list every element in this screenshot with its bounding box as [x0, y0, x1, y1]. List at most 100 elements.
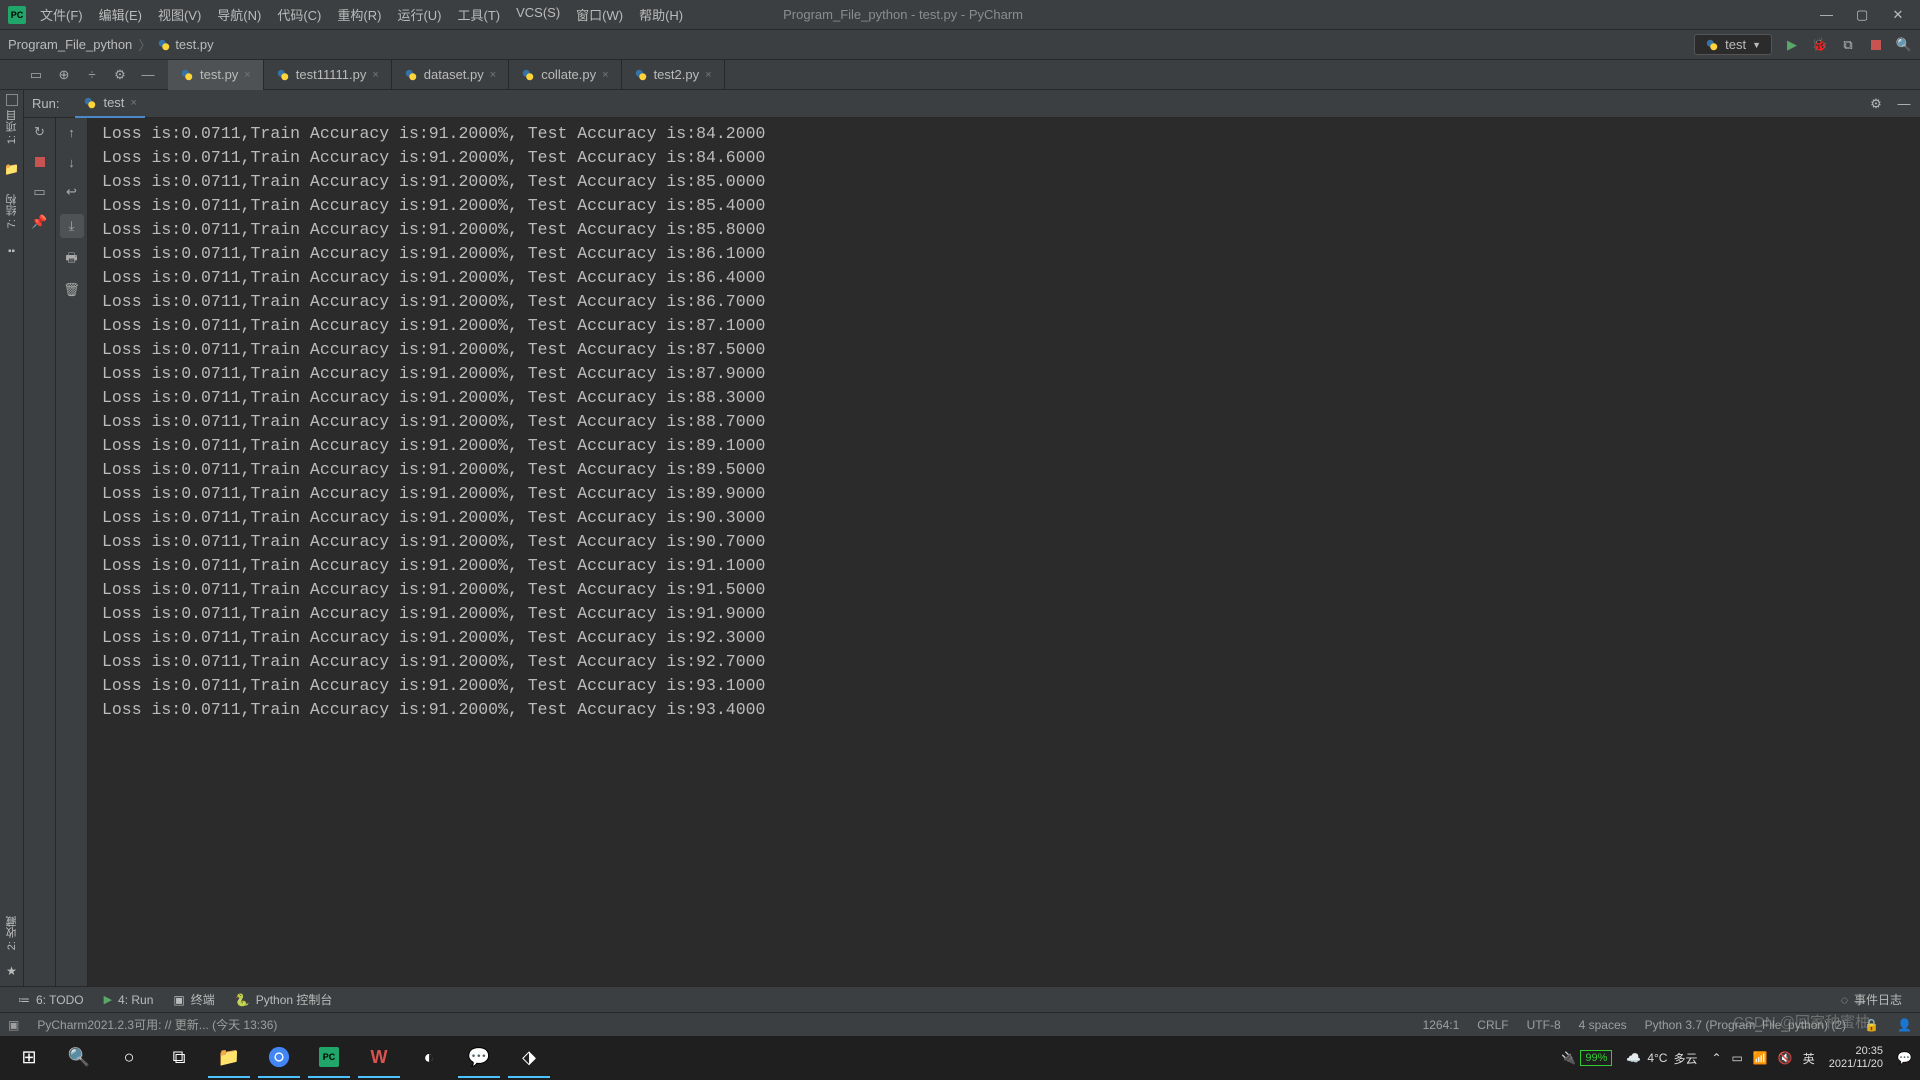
bottom-tab-todo[interactable]: ≔6: TODO [8, 987, 94, 1013]
menu-item[interactable]: 工具(T) [457, 5, 500, 24]
editor-tab[interactable]: collate.py × [509, 60, 621, 90]
rail-project[interactable]: 1: 项目 [4, 94, 20, 144]
hide-icon[interactable]: — [140, 67, 156, 83]
menu-item[interactable]: VCS(S) [516, 5, 560, 24]
menu-item[interactable]: 文件(F) [40, 5, 83, 24]
project-view-icon[interactable]: ▭ [28, 67, 44, 83]
bottom-tab-terminal[interactable]: ▣终端 [163, 987, 224, 1013]
close-icon[interactable]: × [372, 69, 378, 81]
breadcrumb-project[interactable]: Program_File_python [8, 37, 132, 52]
maximize-button[interactable]: ▢ [1856, 7, 1868, 23]
ime-indicator[interactable]: 英 [1803, 1050, 1815, 1067]
clock[interactable]: 20:35 2021/11/20 [1829, 1045, 1883, 1071]
run-button[interactable]: ▶ [1784, 37, 1800, 53]
rerun-button[interactable]: ↻ [32, 124, 48, 140]
close-button[interactable]: ✕ [1892, 7, 1904, 23]
bottom-tab-python-console[interactable]: 🐍Python 控制台 [225, 987, 343, 1013]
search-everywhere-button[interactable]: 🔍 [1896, 37, 1912, 53]
battery-indicator[interactable]: 🔌 99% [1561, 1050, 1612, 1066]
task-view-icon[interactable]: ⧉ [158, 1038, 200, 1078]
up-arrow-icon[interactable]: ↑ [64, 124, 80, 140]
python-file-icon [521, 68, 535, 82]
menu-item[interactable]: 帮助(H) [639, 5, 683, 24]
editor-tab[interactable]: test2.py× [622, 60, 725, 90]
pycharm-taskbar-icon[interactable]: PC [308, 1038, 350, 1078]
console-output[interactable]: Loss is:0.0711,Train Accuracy is:91.2000… [88, 118, 1920, 986]
search-taskbar-icon[interactable]: 🔍 [58, 1038, 100, 1078]
status-update[interactable]: PyCharm2021.2.3可用: // 更新... (今天 13:36) [37, 1016, 277, 1033]
settings-icon[interactable]: ⚙ [112, 67, 128, 83]
hector-icon[interactable]: 👤 [1897, 1018, 1912, 1032]
cloud-icon: ☁️ [1626, 1051, 1641, 1065]
wechat-icon[interactable]: 💬 [458, 1038, 500, 1078]
menu-item[interactable]: 代码(C) [277, 5, 321, 24]
close-icon[interactable]: × [130, 97, 136, 109]
menu-item[interactable]: 视图(V) [158, 5, 201, 24]
run-tab-label: test [103, 95, 124, 110]
select-target-icon[interactable]: ⊕ [56, 67, 72, 83]
close-icon[interactable]: × [490, 69, 496, 81]
python-file-icon [1705, 38, 1719, 52]
clear-all-icon[interactable]: 🗑 [64, 282, 80, 298]
structure-dots-icon[interactable]: ▪▪ [8, 246, 15, 257]
window-title: Program_File_python - test.py - PyCharm [683, 7, 1820, 22]
indent-info[interactable]: 4 spaces [1579, 1018, 1627, 1032]
tray-expand-icon[interactable]: ⌃ [1711, 1051, 1721, 1065]
wifi-icon[interactable]: 📶 [1753, 1051, 1768, 1065]
editor-tab[interactable]: test.py× [168, 60, 264, 90]
tab-label: collate.py [541, 67, 596, 82]
breadcrumb-file[interactable]: test.py [157, 37, 213, 52]
coverage-button[interactable]: ⧉ [1840, 37, 1856, 53]
stop-run-button[interactable] [32, 154, 48, 170]
close-icon[interactable]: × [244, 69, 250, 81]
line-separator[interactable]: CRLF [1477, 1018, 1508, 1032]
run-tab-test[interactable]: test × [75, 90, 144, 118]
wps-icon[interactable]: W [358, 1038, 400, 1078]
print-icon[interactable]: 🖶 [64, 252, 80, 268]
rail-structure[interactable]: 7: 结构 [4, 194, 20, 228]
debug-button[interactable]: 🐞 [1812, 37, 1828, 53]
chrome-icon[interactable] [258, 1038, 300, 1078]
run-settings-icon[interactable]: ⚙ [1868, 96, 1884, 112]
play-icon: ▶ [104, 993, 112, 1006]
editor-tab[interactable]: dataset.py× [392, 60, 509, 90]
layout-button[interactable]: ▭ [32, 184, 48, 200]
weather-widget[interactable]: ☁️ 4°C 多云 [1626, 1050, 1697, 1067]
close-icon[interactable]: × [602, 69, 608, 81]
minimize-button[interactable]: — [1820, 7, 1832, 23]
cortana-icon[interactable]: ○ [108, 1038, 150, 1078]
file-encoding[interactable]: UTF-8 [1527, 1018, 1561, 1032]
bottom-tab-event-log[interactable]: ◌事件日志 [1831, 987, 1912, 1013]
volume-icon[interactable]: 🔇 [1778, 1051, 1793, 1065]
down-arrow-icon[interactable]: ↓ [64, 154, 80, 170]
close-icon[interactable]: × [705, 69, 711, 81]
menu-item[interactable]: 运行(U) [397, 5, 441, 24]
scroll-to-end-icon[interactable]: ⤓ [60, 214, 84, 238]
start-button[interactable]: ⊞ [8, 1038, 50, 1078]
rail-favorites[interactable]: 2: 收藏 [4, 916, 20, 950]
pin-button[interactable]: 📌 [32, 214, 48, 230]
python-interpreter[interactable]: Python 3.7 (Program_File_python) (2) [1645, 1018, 1846, 1032]
star-icon[interactable]: ★ [6, 964, 17, 978]
app-icon-1[interactable]: ◐ [408, 1038, 450, 1078]
titlebar: PC 文件(F)编辑(E)视图(V)导航(N)代码(C)重构(R)运行(U)工具… [0, 0, 1920, 30]
folder-rail-icon[interactable]: 📁 [4, 162, 19, 176]
run-configuration-selector[interactable]: test ▼ [1694, 34, 1772, 55]
menu-item[interactable]: 编辑(E) [99, 5, 142, 24]
menu-item[interactable]: 重构(R) [337, 5, 381, 24]
hide-run-icon[interactable]: — [1896, 96, 1912, 112]
editor-tab[interactable]: test11111.py× [264, 60, 392, 90]
bottom-tab-run[interactable]: ▶4: Run [94, 987, 164, 1013]
tray-battery-icon[interactable]: ▭ [1732, 1051, 1743, 1065]
menu-item[interactable]: 窗口(W) [576, 5, 623, 24]
menu-item[interactable]: 导航(N) [217, 5, 261, 24]
soft-wrap-icon[interactable]: ↩ [64, 184, 80, 200]
lock-icon[interactable]: 🔒 [1864, 1018, 1879, 1032]
notification-icon[interactable]: 💬 [1897, 1051, 1912, 1065]
collapse-icon[interactable]: ÷ [84, 67, 100, 83]
caret-position[interactable]: 1264:1 [1423, 1018, 1460, 1032]
app-icon-2[interactable]: ⬗ [508, 1038, 550, 1078]
explorer-icon[interactable]: 📁 [208, 1038, 250, 1078]
tool-windows-icon[interactable]: ▣ [8, 1018, 19, 1032]
stop-button[interactable] [1868, 37, 1884, 53]
